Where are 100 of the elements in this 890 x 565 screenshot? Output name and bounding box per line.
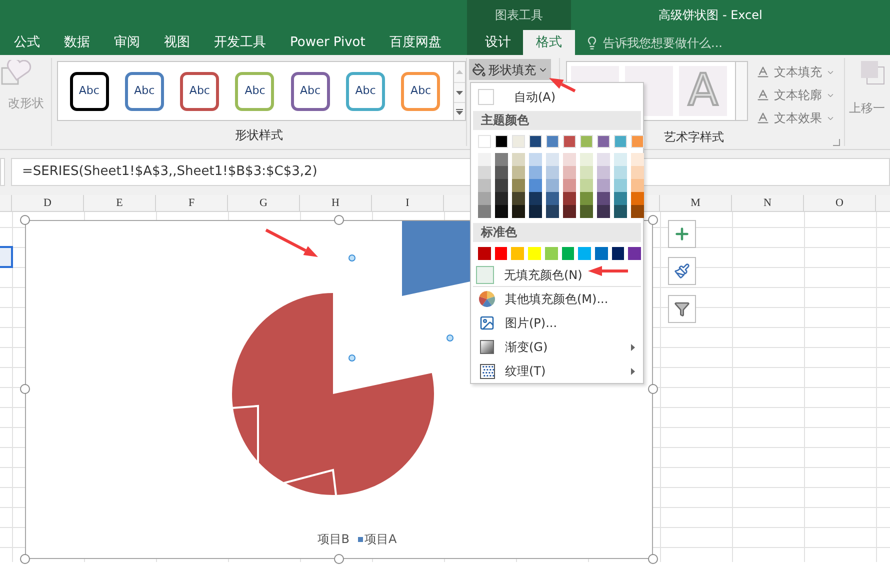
color-swatch[interactable] xyxy=(580,205,593,218)
color-swatch[interactable] xyxy=(512,179,525,192)
gallery-scrollbar[interactable] xyxy=(736,61,748,121)
color-swatch[interactable] xyxy=(529,205,542,218)
shape-fill-button[interactable]: 形状填充 xyxy=(469,59,551,80)
chart-styles-button[interactable] xyxy=(668,257,696,285)
color-swatch[interactable] xyxy=(512,192,525,205)
column-header[interactable]: F xyxy=(156,195,228,211)
column-header[interactable]: N xyxy=(732,195,804,211)
dialog-launcher-icon[interactable] xyxy=(833,139,840,146)
color-swatch[interactable] xyxy=(511,247,524,260)
resize-handle[interactable] xyxy=(648,215,658,225)
color-swatch[interactable] xyxy=(631,205,644,218)
menu-item[interactable]: 渐变(G) xyxy=(473,335,641,359)
color-swatch[interactable] xyxy=(495,135,508,148)
name-box[interactable] xyxy=(0,158,5,186)
color-swatch[interactable] xyxy=(529,179,542,192)
color-swatch[interactable] xyxy=(614,166,627,179)
color-swatch[interactable] xyxy=(495,205,508,218)
ribbon-tab[interactable]: 开发工具 xyxy=(202,30,278,55)
color-swatch[interactable] xyxy=(614,179,627,192)
color-swatch[interactable] xyxy=(628,247,642,260)
ribbon-tab[interactable]: 视图 xyxy=(152,30,202,55)
ribbon-tab[interactable]: 审阅 xyxy=(102,30,152,55)
color-swatch[interactable] xyxy=(578,247,591,260)
color-swatch[interactable] xyxy=(614,153,627,166)
color-swatch[interactable] xyxy=(478,135,491,148)
resize-handle[interactable] xyxy=(20,554,30,564)
color-swatch[interactable] xyxy=(597,179,610,192)
color-swatch[interactable] xyxy=(512,135,525,148)
color-swatch[interactable] xyxy=(631,166,644,179)
color-swatch[interactable] xyxy=(512,166,525,179)
color-swatch[interactable] xyxy=(562,247,574,260)
ribbon-tab[interactable]: 设计 xyxy=(473,30,523,55)
color-swatch[interactable] xyxy=(546,166,559,179)
resize-handle[interactable] xyxy=(20,384,30,394)
color-swatch[interactable] xyxy=(580,135,593,148)
color-swatch[interactable] xyxy=(594,247,608,260)
ribbon-tab[interactable]: 公式 xyxy=(2,30,52,55)
color-swatch[interactable] xyxy=(580,192,593,205)
color-swatch[interactable] xyxy=(612,247,624,260)
shape-style-option[interactable]: Abc xyxy=(124,72,164,110)
color-swatch[interactable] xyxy=(563,153,576,166)
color-swatch[interactable] xyxy=(614,205,627,218)
menu-item[interactable]: 纹理(T) xyxy=(473,359,641,383)
color-swatch[interactable] xyxy=(546,192,559,205)
color-swatch[interactable] xyxy=(529,153,542,166)
color-swatch[interactable] xyxy=(631,192,644,205)
color-swatch[interactable] xyxy=(494,247,508,260)
menu-item[interactable]: 图片(P)... xyxy=(473,311,641,335)
color-swatch[interactable] xyxy=(478,205,491,218)
menu-item[interactable]: 其他填充颜色(M)... xyxy=(473,287,641,311)
resize-handle[interactable] xyxy=(334,554,344,564)
color-swatch[interactable] xyxy=(563,192,576,205)
color-swatch[interactable] xyxy=(580,153,593,166)
color-swatch[interactable] xyxy=(580,166,593,179)
color-swatch[interactable] xyxy=(529,166,542,179)
color-swatch[interactable] xyxy=(614,192,627,205)
color-swatch[interactable] xyxy=(478,192,491,205)
color-swatch[interactable] xyxy=(597,205,610,218)
shape-style-option[interactable]: Abc xyxy=(70,72,109,110)
column-header[interactable]: O xyxy=(804,195,876,211)
color-swatch[interactable] xyxy=(495,153,508,166)
color-swatch[interactable] xyxy=(478,179,491,192)
ribbon-tab[interactable]: 百度网盘 xyxy=(377,30,454,55)
color-swatch[interactable] xyxy=(495,192,508,205)
color-swatch[interactable] xyxy=(597,153,610,166)
resize-handle[interactable] xyxy=(20,215,30,225)
pie-slice[interactable] xyxy=(232,293,434,496)
color-swatch[interactable] xyxy=(631,179,644,192)
column-header[interactable]: M xyxy=(660,195,732,211)
color-swatch[interactable] xyxy=(512,205,525,218)
column-header[interactable]: H xyxy=(300,195,372,211)
shape-style-option[interactable]: Abc xyxy=(180,72,220,110)
resize-handle[interactable] xyxy=(648,384,658,394)
menu-item[interactable]: 自动(A) xyxy=(473,85,641,109)
column-header[interactable]: D xyxy=(12,195,84,211)
color-swatch[interactable] xyxy=(478,166,491,179)
color-swatch[interactable] xyxy=(512,153,525,166)
color-swatch[interactable] xyxy=(478,153,491,166)
color-swatch[interactable] xyxy=(597,166,610,179)
color-swatch[interactable] xyxy=(495,166,508,179)
ribbon-tab[interactable]: Power Pivot xyxy=(278,30,378,55)
point-handle[interactable] xyxy=(348,354,356,362)
point-handle[interactable] xyxy=(446,334,454,342)
color-swatch[interactable] xyxy=(478,247,491,260)
column-header[interactable]: I xyxy=(372,195,444,211)
ribbon-tab[interactable]: 数据 xyxy=(52,30,102,55)
column-header[interactable]: E xyxy=(84,195,156,211)
color-swatch[interactable] xyxy=(546,135,559,148)
color-swatch[interactable] xyxy=(563,179,576,192)
color-swatch[interactable] xyxy=(529,192,542,205)
color-swatch[interactable] xyxy=(563,205,576,218)
chart-filters-button[interactable] xyxy=(668,295,696,323)
color-swatch[interactable] xyxy=(546,179,559,192)
resize-handle[interactable] xyxy=(648,554,658,564)
ribbon-tab[interactable]: 格式 xyxy=(523,30,575,55)
shape-style-option[interactable]: Abc xyxy=(290,72,330,110)
color-swatch[interactable] xyxy=(580,179,593,192)
color-swatch[interactable] xyxy=(544,247,558,260)
